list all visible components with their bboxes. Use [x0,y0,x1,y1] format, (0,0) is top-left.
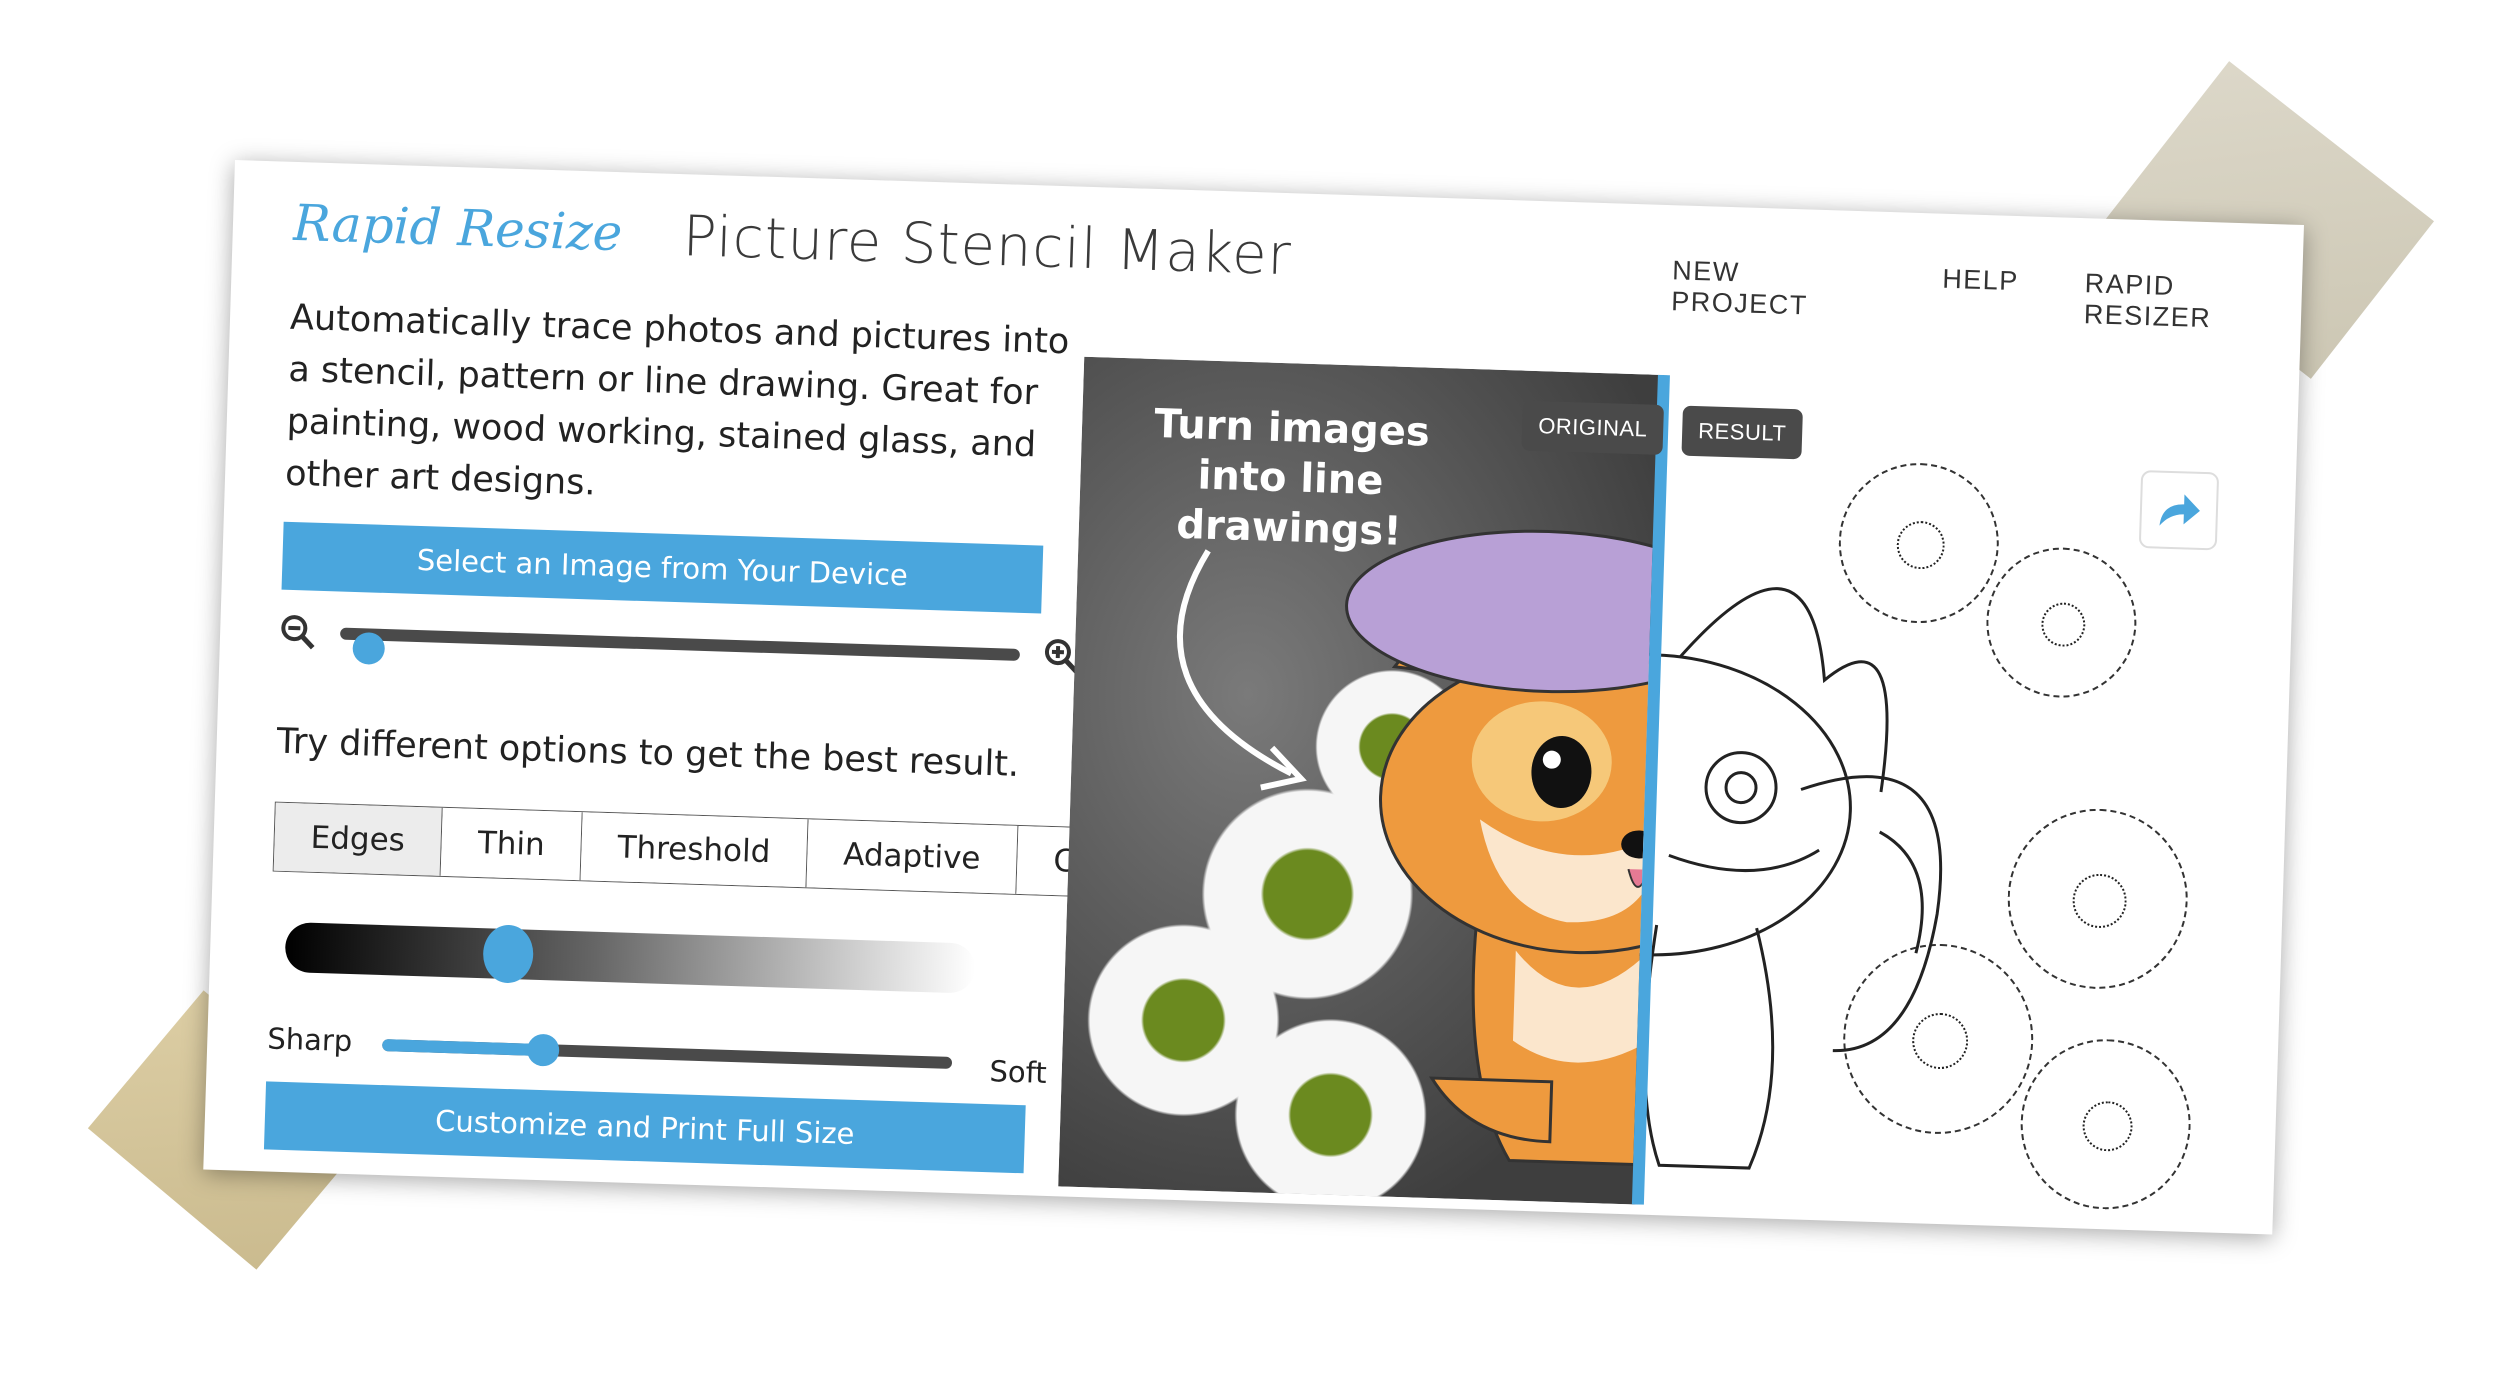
options-hint: Try different options to get the best re… [276,721,1020,785]
sharpness-fill [382,1039,544,1057]
tab-adaptive[interactable]: Adaptive [806,819,1019,894]
preview-area[interactable]: ORIGINAL RESULT Turn images into line dr… [1058,356,2244,1223]
nav-rapid-resizer[interactable]: RAPID RESIZER [2083,268,2302,337]
zoom-track[interactable] [339,627,1021,665]
flower-outline [2004,806,2191,992]
sharpness-track[interactable] [382,1033,953,1069]
print-full-size-button[interactable]: Customize and Print Full Size [263,1081,1026,1174]
screenshot-card: Rapid Resizer Picture Stencil Maker NEW … [203,160,2304,1235]
tab-thin[interactable]: Thin [440,807,583,881]
sharpness-slider[interactable]: Sharp Soft [266,1021,1047,1089]
share-arrow-icon [2159,494,2200,526]
sharp-label: Sharp [266,1021,353,1059]
nav-new-project[interactable]: NEW PROJECT [1671,255,1877,323]
select-image-button[interactable]: Select an Image from Your Device [281,521,1044,614]
zoom-out-icon[interactable] [280,614,317,651]
tab-edges[interactable]: Edges [273,802,443,876]
zoom-slider[interactable] [280,612,1079,676]
intro-text: Automatically trace photos and pictures … [284,297,1070,504]
callout-text: Turn images into line drawings! [1153,401,1431,555]
logo[interactable]: Rapid Resizer [292,182,624,272]
top-nav: NEW PROJECT HELP RAPID RESIZER [1671,255,2303,337]
curved-arrow-icon [1176,549,1307,791]
nav-help[interactable]: HELP [1941,264,2019,328]
threshold-thumb[interactable] [482,924,535,984]
tab-threshold[interactable]: Threshold [580,812,809,888]
page-title: Picture Stencil Maker [681,204,1293,289]
share-button[interactable] [2138,470,2220,551]
mode-tabs: Edges Thin Threshold Adaptive Color [272,801,1173,900]
sharpness-thumb[interactable] [526,1033,560,1067]
original-badge: ORIGINAL [1521,400,1665,455]
flower-outline [2018,1036,2194,1212]
zoom-thumb[interactable] [352,631,386,665]
result-badge: RESULT [1681,405,1804,460]
soft-label: Soft [988,1054,1048,1090]
threshold-slider[interactable] [284,921,976,994]
logo-text: Rapid Resizer [292,194,624,263]
